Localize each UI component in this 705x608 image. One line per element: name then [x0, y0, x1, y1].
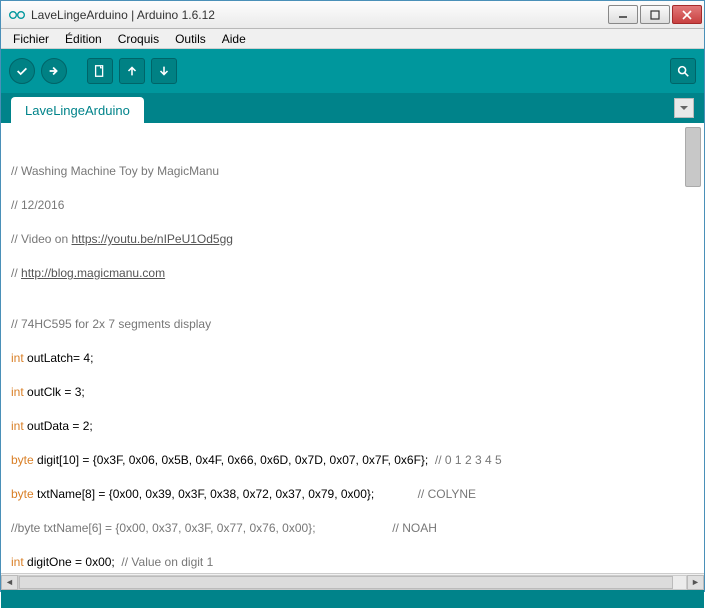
code-text: txtName[8] = {0x00, 0x39, 0x3F, 0x38, 0x…: [34, 487, 418, 501]
menu-sketch[interactable]: Croquis: [110, 30, 167, 48]
serial-monitor-button[interactable]: [670, 58, 696, 84]
titlebar: LaveLingeArduino | Arduino 1.6.12: [1, 1, 704, 29]
code-text: outData = 2;: [24, 419, 93, 433]
vertical-scrollbar-thumb[interactable]: [685, 127, 701, 187]
code-comment: // 0 1 2 3 4 5: [435, 453, 502, 467]
horizontal-scrollbar[interactable]: ◄ ►: [1, 573, 704, 590]
code-comment: // Value on digit 1: [121, 555, 213, 569]
open-button[interactable]: [119, 58, 145, 84]
menu-tools[interactable]: Outils: [167, 30, 214, 48]
tab-main[interactable]: LaveLingeArduino: [11, 97, 144, 123]
save-button[interactable]: [151, 58, 177, 84]
statusbar: [1, 590, 704, 608]
menu-edit[interactable]: Édition: [57, 30, 110, 48]
code-text: outLatch= 4;: [24, 351, 94, 365]
code-text: digit[10] = {0x3F, 0x06, 0x5B, 0x4F, 0x6…: [34, 453, 435, 467]
maximize-button[interactable]: [640, 5, 670, 24]
minimize-button[interactable]: [608, 5, 638, 24]
code-comment: // 12/2016: [11, 198, 64, 212]
tabbar: LaveLingeArduino: [1, 93, 704, 123]
tab-menu-button[interactable]: [674, 98, 694, 118]
code-text: digitOne = 0x00;: [24, 555, 122, 569]
menu-help[interactable]: Aide: [214, 30, 254, 48]
menu-file[interactable]: Fichier: [5, 30, 57, 48]
scroll-right-icon[interactable]: ►: [687, 575, 704, 590]
code-comment: // COLYNE: [418, 487, 476, 501]
scroll-left-icon[interactable]: ◄: [1, 575, 18, 590]
close-button[interactable]: [672, 5, 702, 24]
code-type: int: [11, 555, 24, 569]
code-link[interactable]: http://blog.magicmanu.com: [21, 266, 165, 280]
code-comment: //: [11, 266, 21, 280]
code-text: outClk = 3;: [24, 385, 85, 399]
upload-button[interactable]: [41, 58, 67, 84]
code-type: byte: [11, 487, 34, 501]
code-type: byte: [11, 453, 34, 467]
code-editor[interactable]: // Washing Machine Toy by MagicManu // 1…: [1, 123, 704, 573]
scroll-thumb[interactable]: [19, 576, 673, 589]
code-comment: // Washing Machine Toy by MagicManu: [11, 164, 219, 178]
verify-button[interactable]: [9, 58, 35, 84]
menubar: Fichier Édition Croquis Outils Aide: [1, 29, 704, 49]
toolbar: [1, 49, 704, 93]
code-type: int: [11, 385, 24, 399]
code-comment: //byte txtName[6] = {0x00, 0x37, 0x3F, 0…: [11, 521, 437, 535]
scroll-track[interactable]: [18, 575, 687, 590]
code-comment: // Video on: [11, 232, 72, 246]
code-comment: // 74HC595 for 2x 7 segments display: [11, 317, 211, 331]
code-type: int: [11, 351, 24, 365]
code-type: int: [11, 419, 24, 433]
new-button[interactable]: [87, 58, 113, 84]
arduino-icon: [9, 7, 25, 23]
window-title: LaveLingeArduino | Arduino 1.6.12: [31, 8, 606, 22]
code-link[interactable]: https://youtu.be/nIPeU1Od5gg: [72, 232, 233, 246]
